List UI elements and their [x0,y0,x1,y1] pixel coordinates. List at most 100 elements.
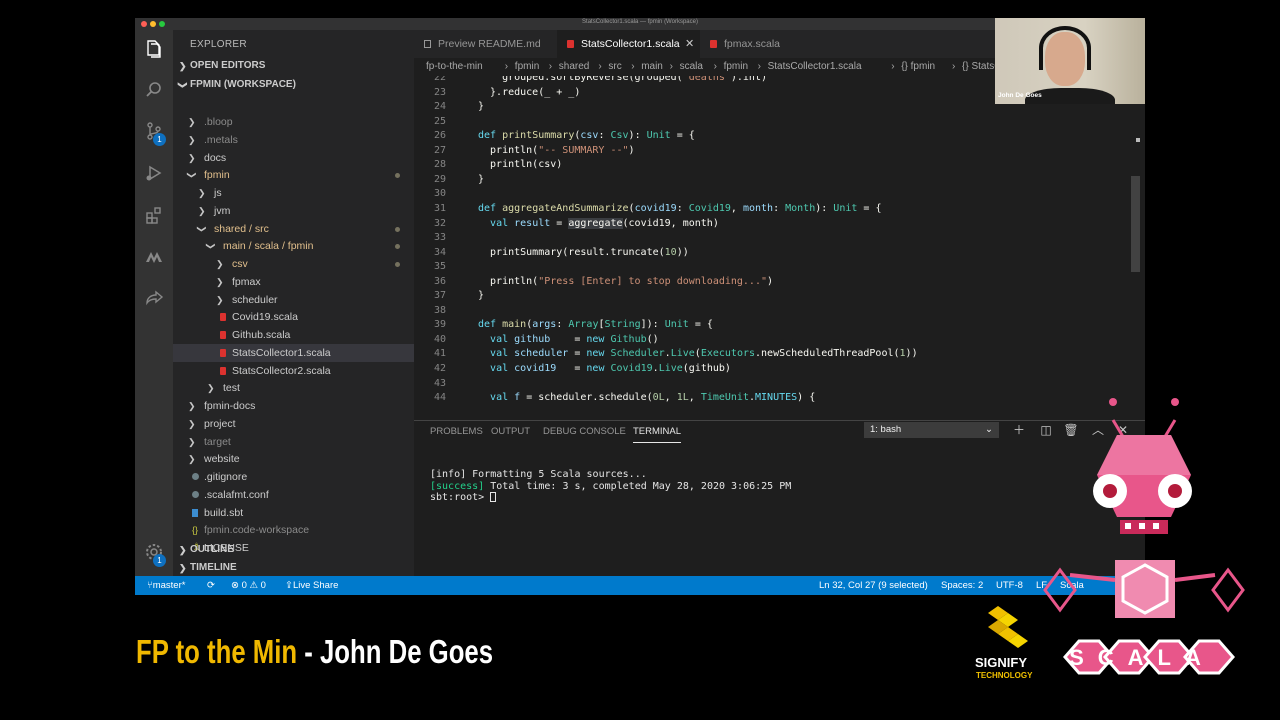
tree-item-label: shared / src [214,222,269,235]
config-file-icon [192,490,199,498]
tree-folder[interactable]: ❯ website [173,450,414,468]
code-line[interactable]: 43 [414,377,1114,392]
terminal-output[interactable]: [info] Formatting 5 Scala sources... [suc… [430,469,791,504]
code-line[interactable]: 30 [414,187,1114,202]
tree-folder[interactable]: ❯ main / scala / fpmin [173,237,414,255]
code-line[interactable]: 31 def aggregateAndSummarize(covid19: Cov… [414,202,1114,217]
sync-icon[interactable]: ⟳ [207,576,215,595]
tree-file[interactable]: build.sbt [173,504,414,522]
branch-indicator[interactable]: ⑂ master* [147,576,185,595]
tree-file[interactable]: {} fpmin.code-workspace [173,521,414,539]
code-line[interactable]: 38 [414,304,1114,319]
tree-file[interactable]: Covid19.scala [173,308,414,326]
cursor-position[interactable]: Ln 32, Col 27 (9 selected) [819,576,928,595]
tab-preview-readme[interactable]: Preview README.md [414,30,557,58]
code-text: val scheduler = new Scheduler.Live(Execu… [490,348,918,360]
new-terminal-icon[interactable]: ＋ [1011,422,1027,438]
tree-file[interactable]: StatsCollector2.scala [173,362,414,380]
tree-folder[interactable]: ❯ docs [173,149,414,167]
breadcrumb-item[interactable]: StatsCollector1.scala [768,58,862,76]
code-line[interactable]: 40 val github = new Github() [414,333,1114,348]
breadcrumb-separator: › [669,61,673,72]
tree-file[interactable]: Github.scala [173,326,414,344]
tree-folder[interactable]: ❯ shared / src [173,220,414,238]
breadcrumb-item[interactable]: main [641,58,663,76]
preview-icon [424,40,431,48]
terminal-select[interactable]: 1: bash ⌄ [864,422,999,438]
code-line[interactable]: 37} [414,289,1114,304]
indentation[interactable]: Spaces: 2 [941,576,983,595]
tree-folder[interactable]: ❯ jvm [173,202,414,220]
tree-item-label: build.sbt [204,506,244,519]
caption-speaker: - John De Goes [297,633,494,670]
breadcrumb-item[interactable]: shared [559,58,590,76]
json-file-icon: {} [192,525,199,536]
tree-file[interactable]: StatsCollector1.scala [173,343,414,362]
chevron-right-icon: ❯ [188,454,196,465]
breadcrumb-item[interactable]: fpmin [515,58,539,76]
tab-debug-console[interactable]: DEBUG CONSOLE [543,421,626,443]
live-share-icon[interactable] [142,287,166,311]
tab-output[interactable]: OUTPUT [491,421,530,443]
tree-folder[interactable]: ❯ fpmin [173,166,414,184]
code-text: } [478,290,485,302]
code-line[interactable]: 28 println(csv) [414,158,1114,173]
chevron-right-icon: ❯ [207,383,215,394]
breadcrumb-item[interactable]: fp-to-the-min [426,58,483,76]
search-icon[interactable] [142,78,166,102]
breadcrumb-item[interactable]: scala [680,58,703,76]
run-debug-icon[interactable] [142,161,166,185]
metals-icon[interactable] [142,245,166,269]
editor-scrollbar[interactable] [1131,176,1140,272]
scala-file-icon [220,366,226,375]
code-line[interactable]: 42 val covid19 = new Covid19.Live(github… [414,362,1114,377]
tree-folder[interactable]: ❯ target [173,433,414,451]
extensions-icon[interactable] [142,203,166,227]
tree-folder[interactable]: ❯ project [173,415,414,433]
line-number: 23 [433,86,446,98]
tree-folder[interactable]: ❯ .metals [173,131,414,149]
tree-file[interactable]: .gitignore [173,468,414,486]
code-editor[interactable]: 22 grouped.sortByReverse(grouped("deaths… [414,76,1145,420]
open-editors-section[interactable]: ❯ OPEN EDITORS [173,57,414,75]
live-share-button[interactable]: ⇪ Live Share [285,576,338,595]
explorer-icon[interactable] [142,37,166,61]
close-tab-icon[interactable]: ✕ [685,30,694,58]
breadcrumb-item[interactable]: src [608,58,621,76]
tree-folder[interactable]: ❯ scheduler [173,291,414,309]
tree-folder[interactable]: ❯ fpmax [173,273,414,291]
timeline-section[interactable]: ❯ TIMELINE [173,559,414,577]
code-line[interactable]: 33 [414,231,1114,246]
tab-problems[interactable]: PROBLEMS [430,421,483,443]
tab-statscollector1[interactable]: StatsCollector1.scala ✕ [557,30,700,58]
code-line[interactable]: 27 println("-- SUMMARY --") [414,144,1114,159]
tab-fpmax[interactable]: fpmax.scala [700,30,800,58]
code-line[interactable]: 29} [414,173,1114,188]
code-line[interactable]: 34 printSummary(result.truncate(10)) [414,246,1114,261]
tree-folder[interactable]: ❯ js [173,184,414,202]
code-line[interactable]: 41 val scheduler = new Scheduler.Live(Ex… [414,347,1114,362]
code-line[interactable]: 25 [414,115,1114,130]
tree-file[interactable]: .scalafmt.conf [173,486,414,504]
code-line[interactable]: 32 val result = aggregate(covid19, month… [414,217,1114,232]
breadcrumb-item[interactable]: {} fpmin [901,58,935,76]
tree-item-label: website [204,453,240,466]
code-line[interactable]: 36 println("Press [Enter] to stop downlo… [414,275,1114,290]
breadcrumb-item[interactable]: fpmin [724,58,748,76]
scala-file-icon [567,40,574,48]
code-line[interactable]: 39 def main(args: Array[String]): Unit = … [414,318,1114,333]
code-line[interactable]: 35 [414,260,1114,275]
code-line[interactable]: 44 val f = scheduler.schedule(0L, 1L, Ti… [414,391,1114,406]
encoding[interactable]: UTF-8 [996,576,1023,595]
problems-indicator[interactable]: ⊗ 0 ⚠ 0 [231,576,266,595]
explorer-title: EXPLORER [190,39,247,50]
outline-section[interactable]: ❯ OUTLINE [173,541,414,559]
tree-folder[interactable]: ❯ fpmin-docs [173,397,414,415]
chevron-right-icon: ❯ [179,545,187,555]
tree-folder[interactable]: ❯ csv [173,255,414,273]
workspace-section[interactable]: ❯ FPMIN (WORKSPACE) [173,76,414,94]
tree-folder[interactable]: ❯ test [173,379,414,397]
code-line[interactable]: 26 def printSummary(csv: Csv): Unit = { [414,129,1114,144]
tree-folder[interactable]: ❯ .bloop [173,113,414,131]
tab-terminal[interactable]: TERMINAL [633,421,682,443]
